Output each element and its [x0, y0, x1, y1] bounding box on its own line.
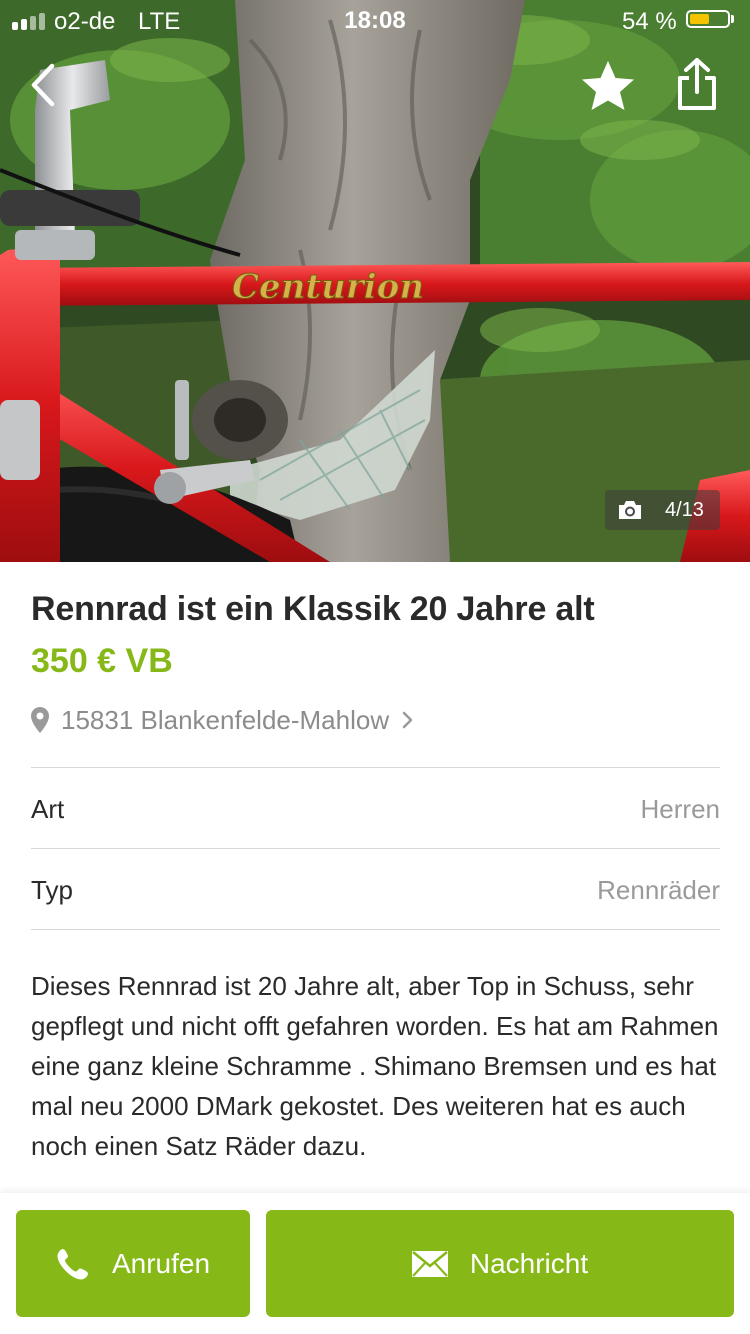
attribute-label: Typ — [31, 875, 73, 905]
battery-tip — [731, 15, 734, 23]
listing-price: 350 € VB — [31, 642, 173, 680]
attribute-label: Art — [31, 794, 65, 824]
status-bar: o2-de LTE 18:08 54 % — [0, 0, 750, 40]
share-button[interactable] — [672, 56, 722, 114]
attribute-value: Herren — [640, 794, 720, 824]
svg-text:Centurion: Centurion — [232, 267, 424, 307]
message-button[interactable]: Nachricht — [266, 1210, 734, 1317]
location-text: 15831 Blankenfelde-Mahlow — [61, 704, 390, 735]
photo-counter-text: 4/13 — [665, 498, 704, 521]
share-icon — [678, 58, 716, 110]
phone-icon — [57, 1248, 88, 1279]
call-button[interactable]: Anrufen — [16, 1210, 250, 1317]
chevron-right-icon — [402, 711, 413, 729]
attribute-row-typ: Typ Rennräder — [31, 849, 720, 929]
back-button[interactable] — [24, 60, 68, 110]
favorite-button[interactable] — [578, 58, 638, 114]
battery-icon — [686, 10, 730, 28]
message-button-label: Nachricht — [469, 1247, 589, 1279]
camera-icon — [619, 501, 641, 519]
battery-percent: 54 % — [622, 8, 677, 35]
photo-counter-badge: 4/13 — [605, 490, 720, 530]
contact-action-bar: Anrufen Nachricht — [0, 1193, 750, 1334]
star-icon — [582, 61, 634, 110]
listing-description: Dieses Rennrad ist 20 Jahre alt, aber To… — [31, 971, 719, 1161]
envelope-icon — [411, 1250, 448, 1277]
divider — [31, 929, 720, 930]
attribute-row-art: Art Herren — [31, 768, 720, 848]
attribute-value: Rennräder — [597, 875, 720, 905]
location-link[interactable]: 15831 Blankenfelde-Mahlow — [31, 702, 413, 738]
listing-photo[interactable]: Centurion o2-de LTE 18:08 54 % 4/13 — [0, 0, 750, 562]
chevron-left-icon — [31, 63, 55, 107]
call-button-label: Anrufen — [111, 1247, 211, 1279]
listing-title: Rennrad ist ein Klassik 20 Jahre alt — [31, 590, 595, 628]
location-pin-icon — [31, 707, 49, 733]
